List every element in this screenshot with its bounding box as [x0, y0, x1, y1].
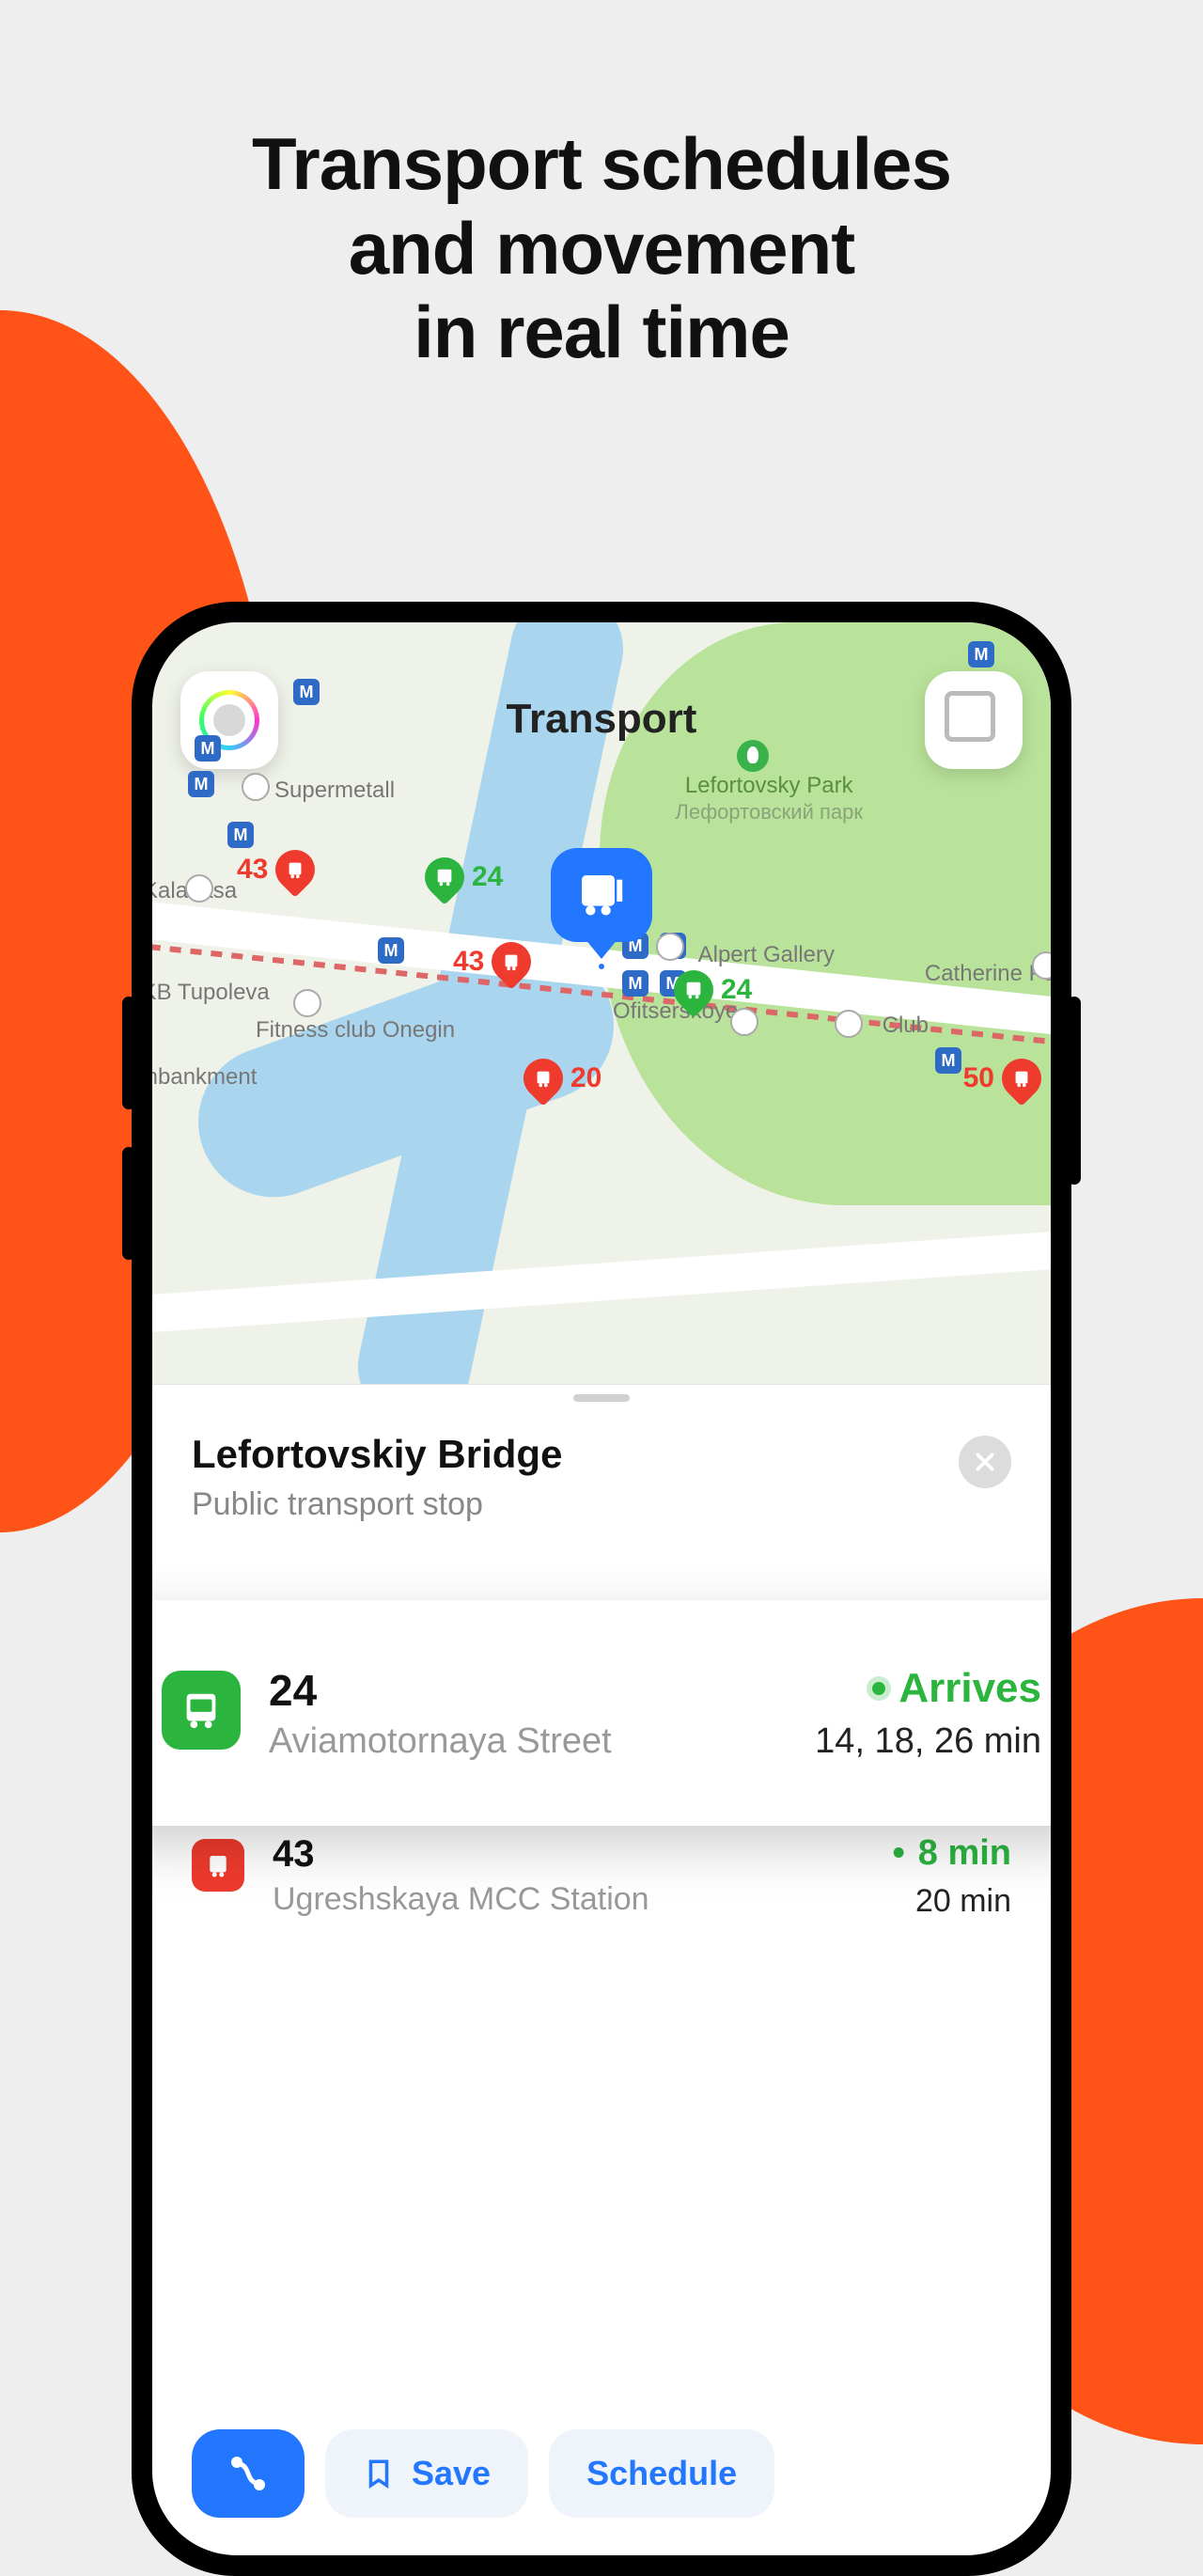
metro-icon [378, 937, 404, 964]
route-destination: Ugreshskaya MCC Station [273, 1881, 864, 1918]
shop-icon [242, 773, 270, 801]
museum-icon [656, 933, 684, 961]
phone-frame: Transport Lefortovsky Park Лефортовский … [132, 602, 1071, 2576]
save-button[interactable]: Save [325, 2429, 528, 2518]
coffee-icon [185, 874, 213, 903]
selected-stop-pin[interactable] [551, 848, 652, 942]
metro-icon [968, 641, 994, 668]
headline-line3: in real time [0, 291, 1203, 375]
headline: Transport schedules and movement in real… [0, 122, 1203, 375]
coffee-icon [730, 1008, 758, 1036]
route-eta-times: 14, 18, 26 min [815, 1721, 1041, 1762]
metro-icon [195, 735, 221, 762]
bottom-sheet[interactable]: Lefortovskiy Bridge Public transport sto… [152, 1384, 1051, 2555]
tram-icon [515, 1050, 570, 1106]
vehicle-pin-43[interactable]: 43 [237, 850, 315, 889]
route-eta-status: • 8 min [892, 1833, 1011, 1874]
layers-icon [953, 699, 994, 741]
sheet-header: Lefortovskiy Bridge Public transport sto… [152, 1385, 1051, 1551]
tram-icon [993, 1050, 1049, 1106]
route-row-24-featured[interactable]: 24 Aviamotornaya Street Arrives 14, 18, … [152, 1600, 1051, 1826]
route-icon [226, 2451, 271, 2496]
map-label-poi: Supermetall [274, 778, 395, 804]
route-button[interactable] [192, 2429, 305, 2518]
bus-icon [665, 962, 721, 1017]
vehicle-pin-20[interactable]: 20 [523, 1059, 602, 1098]
hotel-icon [835, 1010, 863, 1038]
stop-icon [575, 869, 628, 921]
bookmark-icon [363, 2458, 395, 2490]
route-eta-times: 20 min [892, 1883, 1011, 1920]
vehicle-pin-50[interactable]: 50 [963, 1059, 1041, 1098]
route-destination: Aviamotornaya Street [269, 1721, 787, 1762]
park-icon [737, 740, 769, 772]
route-number: 43 [273, 1833, 864, 1876]
phone-power-button [1068, 997, 1081, 1185]
phone-vol-down [122, 1147, 135, 1260]
phone-vol-up [122, 997, 135, 1109]
tram-icon [484, 934, 539, 989]
map-label-poi: Alpert Gallery [698, 942, 835, 968]
metro-icon [188, 771, 214, 797]
vehicle-pin-43[interactable]: 43 [453, 942, 531, 982]
bus-icon [416, 849, 472, 904]
metro-icon [227, 822, 254, 848]
map-label-poi: OKB Tupoleva [152, 980, 270, 1006]
vehicle-pin-24[interactable]: 24 [425, 857, 503, 897]
tram-icon [192, 1839, 244, 1892]
stop-location-dot [596, 961, 607, 972]
metro-icon [293, 679, 320, 705]
metro-icon [622, 970, 648, 997]
route-number: 24 [269, 1665, 787, 1716]
vehicle-pin-24[interactable]: 24 [674, 970, 752, 1010]
headline-line2: and movement [0, 207, 1203, 291]
map-viewport[interactable]: Transport Lefortovsky Park Лефортовский … [152, 622, 1051, 1384]
map-label-poi: Embankment [152, 1064, 257, 1091]
stop-subtitle: Public transport stop [192, 1486, 562, 1523]
map-title: Transport [152, 696, 1051, 743]
metro-icon [935, 1047, 961, 1074]
map-label-poi: Fitness club Onegin [256, 1017, 455, 1044]
map-label-poi: Club [883, 1013, 929, 1039]
gym-icon [293, 989, 321, 1017]
drag-handle[interactable] [573, 1394, 630, 1402]
map-road [152, 1226, 1051, 1336]
headline-line1: Transport schedules [0, 122, 1203, 207]
route-eta-status: Arrives [815, 1665, 1041, 1712]
action-bar: Save Schedule [192, 2429, 1011, 2518]
close-icon [973, 1450, 997, 1474]
tram-icon [268, 841, 323, 897]
bus-icon [162, 1671, 241, 1750]
close-button[interactable] [959, 1436, 1011, 1488]
phone-screen: Transport Lefortovsky Park Лефортовский … [152, 622, 1051, 2555]
map-label-park: Lefortovsky Park Лефортовский парк [675, 773, 863, 825]
stop-title: Lefortovskiy Bridge [192, 1432, 562, 1477]
schedule-button[interactable]: Schedule [549, 2429, 774, 2518]
live-indicator-icon [872, 1682, 885, 1695]
layers-button[interactable] [925, 671, 1023, 769]
